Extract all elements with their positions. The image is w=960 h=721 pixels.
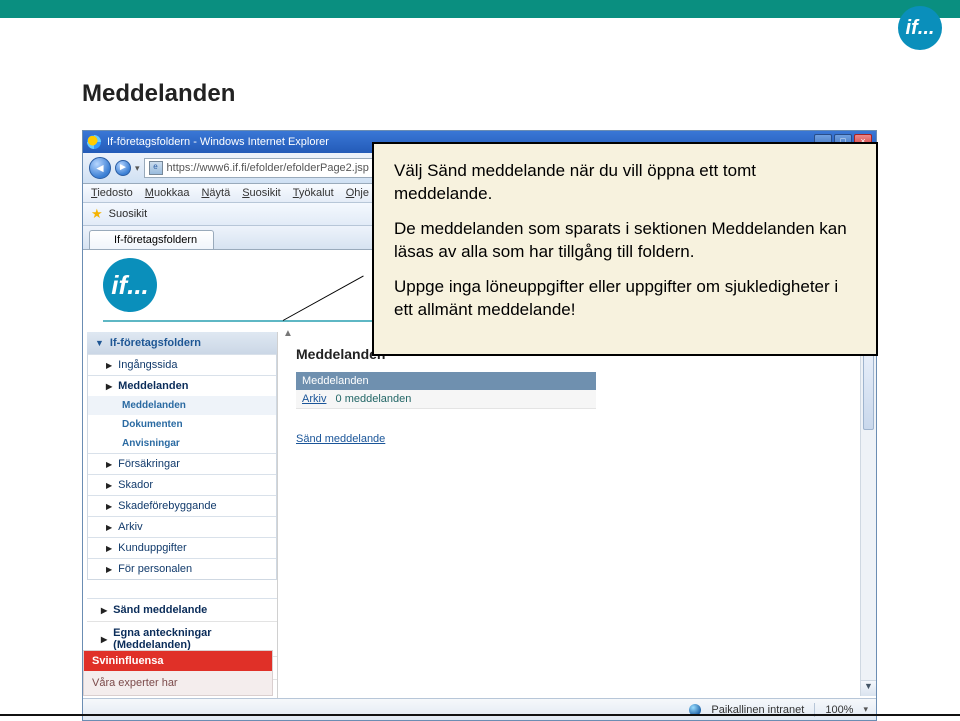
sidebar-item-customer[interactable]: ▶Kunduppgifter bbox=[88, 537, 276, 558]
quick-send-message[interactable]: ▶Sänd meddelande bbox=[87, 599, 277, 622]
sidebar-header-label: If-företagsfoldern bbox=[110, 337, 201, 349]
menu-file[interactable]: Tiedosto bbox=[91, 187, 133, 199]
callout-p3: Uppge inga löneuppgifter eller uppgifter… bbox=[394, 276, 856, 322]
history-dropdown-icon[interactable]: ▾ bbox=[135, 163, 140, 174]
chevron-down-icon: ▼ bbox=[95, 338, 104, 348]
status-bar: Paikallinen intranet 100% ▾ bbox=[83, 698, 876, 720]
if-logo-banner: if... bbox=[103, 258, 157, 312]
menu-view[interactable]: Näytä bbox=[201, 187, 230, 199]
sidebar-header: ▼ If-företagsfoldern bbox=[87, 332, 277, 354]
vertical-scrollbar[interactable]: ▲ ▼ bbox=[860, 332, 876, 696]
messages-table-header: Meddelanden bbox=[296, 372, 596, 390]
alert-body: Våra experter har bbox=[84, 671, 272, 695]
menu-edit[interactable]: Muokkaa bbox=[145, 187, 190, 199]
callout-p1: Välj Sänd meddelande när du vill öppna e… bbox=[394, 160, 856, 206]
tab-label: If-företagsfoldern bbox=[114, 234, 197, 246]
tab-favicon bbox=[98, 234, 110, 246]
menu-tools[interactable]: Työkalut bbox=[293, 187, 334, 199]
sidebar-nav: ▶Ingångssida ▶Meddelanden Meddelanden Do… bbox=[87, 354, 277, 580]
chevron-right-icon: ▶ bbox=[106, 481, 112, 490]
sidebar-sub-documents[interactable]: Dokumenten bbox=[88, 415, 276, 434]
tab-active[interactable]: If-företagsfoldern bbox=[89, 230, 214, 249]
messages-count: 0 meddelanden bbox=[336, 393, 412, 405]
chevron-right-icon: ▶ bbox=[106, 565, 112, 574]
chevron-right-icon: ▶ bbox=[106, 382, 112, 391]
alert-title: Svininfluensa bbox=[84, 651, 272, 671]
chevron-right-icon: ▶ bbox=[106, 361, 112, 370]
favorites-label[interactable]: Suosikit bbox=[109, 208, 148, 220]
sidebar-sub-messages[interactable]: Meddelanden bbox=[88, 396, 276, 415]
back-button[interactable]: ◄ bbox=[89, 157, 111, 179]
sidebar-item-personnel[interactable]: ▶För personalen bbox=[88, 558, 276, 579]
sidebar-item-home[interactable]: ▶Ingångssida bbox=[88, 354, 276, 375]
page-title: Meddelanden bbox=[82, 80, 235, 108]
scroll-down-button[interactable]: ▼ bbox=[861, 680, 876, 696]
if-logo-top: if... bbox=[898, 6, 942, 50]
chevron-right-icon: ▶ bbox=[106, 544, 112, 553]
if-logo-banner-text: if... bbox=[111, 270, 149, 301]
messages-row: Arkiv 0 meddelanden bbox=[296, 390, 596, 409]
chevron-right-icon: ▶ bbox=[106, 502, 112, 511]
ie-icon bbox=[87, 135, 101, 149]
callout-box: Välj Sänd meddelande när du vill öppna e… bbox=[372, 142, 878, 356]
sidebar-item-messages[interactable]: ▶Meddelanden bbox=[88, 375, 276, 396]
sidebar-item-claims[interactable]: ▶Skador bbox=[88, 474, 276, 495]
triangle-right-icon: ▶ bbox=[101, 606, 107, 615]
if-logo-text: if... bbox=[906, 18, 935, 38]
sidebar-item-prevention[interactable]: ▶Skadeförebyggande bbox=[88, 495, 276, 516]
forward-button[interactable]: ► bbox=[115, 160, 131, 176]
sidebar-item-archive[interactable]: ▶Arkiv bbox=[88, 516, 276, 537]
archive-link[interactable]: Arkiv bbox=[302, 393, 326, 405]
sidebar-item-insurance[interactable]: ▶Försäkringar bbox=[88, 453, 276, 474]
callout-p2: De meddelanden som sparats i sektionen M… bbox=[394, 218, 856, 264]
main-panel: Meddelanden Meddelanden Arkiv 0 meddelan… bbox=[278, 332, 876, 720]
menu-favorites[interactable]: Suosikit bbox=[242, 187, 281, 199]
top-teal-band bbox=[0, 0, 960, 18]
sidebar-sub-instructions[interactable]: Anvisningar bbox=[88, 434, 276, 453]
window-title: If-företagsfoldern - Windows Internet Ex… bbox=[107, 136, 329, 148]
triangle-right-icon: ▶ bbox=[101, 635, 107, 644]
messages-table: Meddelanden Arkiv 0 meddelanden bbox=[296, 372, 596, 409]
page-icon: e bbox=[149, 161, 163, 175]
menu-help[interactable]: Ohje bbox=[346, 187, 369, 199]
star-icon[interactable]: ★ bbox=[91, 206, 103, 222]
alert-box: Svininfluensa Våra experter har bbox=[83, 650, 273, 696]
scroll-thumb[interactable] bbox=[863, 350, 874, 430]
chevron-right-icon: ▶ bbox=[106, 523, 112, 532]
chevron-right-icon: ▶ bbox=[106, 460, 112, 469]
send-message-link[interactable]: Sänd meddelande bbox=[296, 433, 385, 445]
